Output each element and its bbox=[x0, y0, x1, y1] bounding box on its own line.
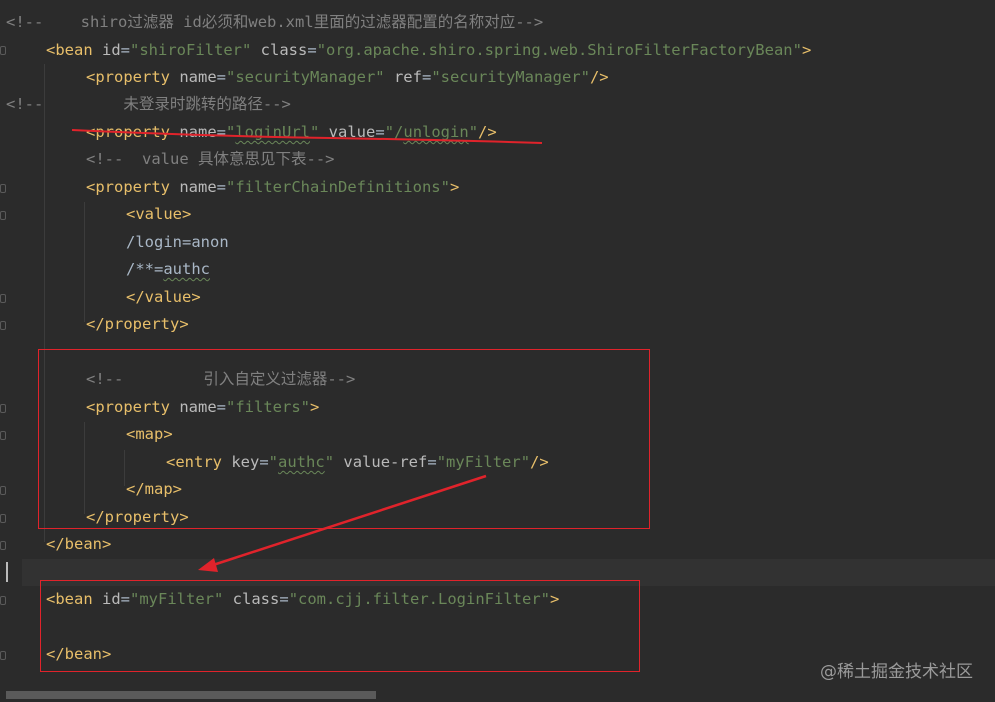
code-line-3[interactable]: <property name="securityManager" ref="se… bbox=[86, 64, 609, 91]
fold-marker-icon[interactable] bbox=[0, 46, 6, 55]
fold-marker-icon[interactable] bbox=[0, 211, 6, 220]
code-line-6[interactable]: <!-- value 具体意思见下表--> bbox=[86, 146, 335, 173]
fold-marker-icon[interactable] bbox=[0, 294, 6, 303]
code-editor[interactable]: <!-- shiro过滤器 id必须和web.xml里面的过滤器配置的名称对应-… bbox=[0, 0, 995, 702]
fold-marker-icon[interactable] bbox=[0, 321, 6, 330]
code-line-10[interactable]: /**=authc bbox=[126, 256, 210, 283]
fold-marker-icon[interactable] bbox=[0, 514, 6, 523]
fold-marker-icon[interactable] bbox=[0, 404, 6, 413]
annotation-box-filters bbox=[38, 349, 650, 529]
fold-marker-icon[interactable] bbox=[0, 431, 6, 440]
code-line-12[interactable]: </property> bbox=[86, 311, 189, 338]
code-line-1[interactable]: <!-- shiro过滤器 id必须和web.xml里面的过滤器配置的名称对应-… bbox=[6, 9, 543, 36]
code-line-11[interactable]: </value> bbox=[126, 284, 201, 311]
fold-marker-icon[interactable] bbox=[0, 541, 6, 550]
text-cursor bbox=[6, 562, 8, 582]
watermark: @稀土掘金技术社区 bbox=[820, 662, 973, 682]
indent-guide bbox=[84, 202, 85, 322]
fold-marker-icon[interactable] bbox=[0, 486, 6, 495]
horizontal-scrollbar-thumb[interactable] bbox=[6, 691, 376, 699]
code-line-4[interactable]: <!-- 未登录时跳转的路径--> bbox=[6, 91, 291, 118]
code-line-20[interactable]: </bean> bbox=[46, 531, 111, 558]
annotation-box-bean bbox=[40, 580, 640, 672]
code-line-7[interactable]: <property name="filterChainDefinitions"> bbox=[86, 174, 459, 201]
code-line-5[interactable]: <property name="loginUrl" value="/unlogi… bbox=[86, 119, 497, 146]
fold-marker-icon[interactable] bbox=[0, 184, 6, 193]
code-line-2[interactable]: <bean id="shiroFilter" class="org.apache… bbox=[46, 37, 811, 64]
fold-marker-icon[interactable] bbox=[0, 651, 6, 660]
fold-marker-icon[interactable] bbox=[0, 596, 6, 605]
code-line-8[interactable]: <value> bbox=[126, 201, 191, 228]
code-line-9[interactable]: /login=anon bbox=[126, 229, 229, 256]
